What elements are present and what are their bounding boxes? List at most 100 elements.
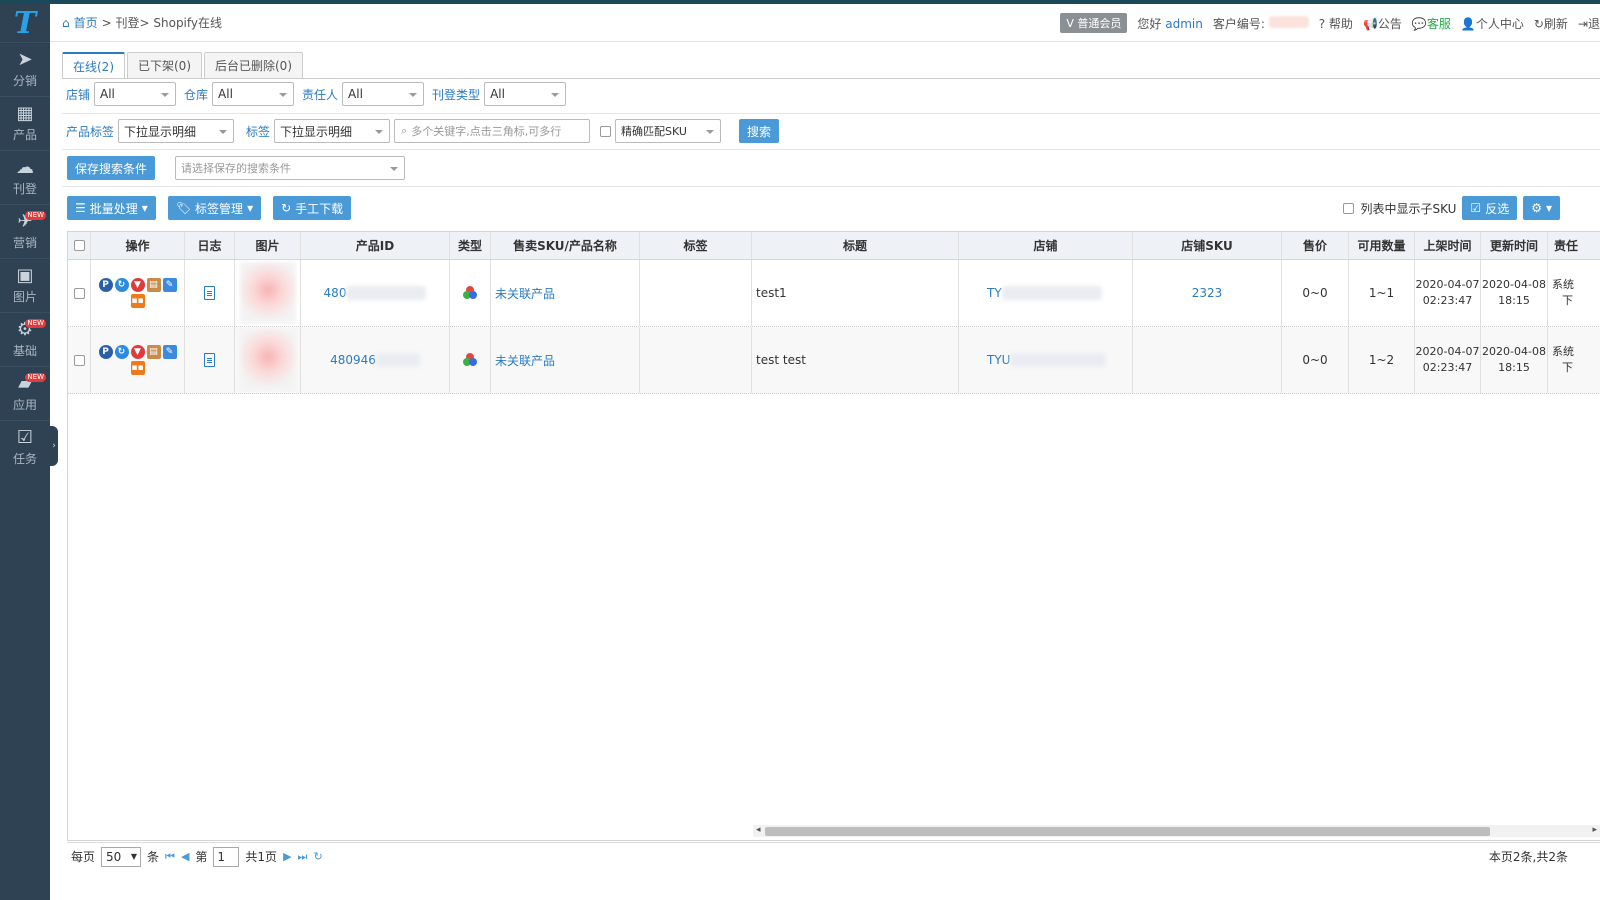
per-page-select[interactable]: 50 — [101, 846, 142, 867]
more-icon[interactable]: ▪▪ — [130, 294, 145, 308]
check-square-icon: ☑ — [1470, 201, 1482, 215]
product-tag-select[interactable]: 下拉显示明细 — [118, 119, 235, 143]
sidebar-item-basics[interactable]: ⚙ 基础 NEW — [0, 312, 50, 366]
reload-icon[interactable]: ↻ — [313, 850, 322, 863]
horizontal-scrollbar[interactable]: ◂ ▸ — [753, 825, 1600, 837]
sku-link[interactable]: 未关联产品 — [495, 352, 555, 369]
tag-manage-button[interactable]: 🏷 标签管理 ▾ — [167, 196, 262, 220]
batch-button[interactable]: ☰ 批量处理 ▾ — [67, 196, 156, 220]
col-header[interactable]: 售价 — [1282, 232, 1349, 259]
publish-icon[interactable]: P — [98, 345, 113, 359]
publish-icon[interactable]: P — [98, 278, 113, 292]
sidebar-item-listing[interactable]: ☁ 刊登 — [0, 150, 50, 204]
saved-search-select[interactable]: 请选择保存的搜索条件 — [175, 156, 406, 180]
product-thumbnail[interactable] — [239, 329, 296, 391]
row-checkbox[interactable] — [73, 287, 85, 299]
sidebar-item-distribution[interactable]: ➤ 分销 — [0, 42, 50, 96]
help-link[interactable]: ? 帮助 — [1319, 15, 1353, 32]
personal-center-link[interactable]: 👤个人中心 — [1461, 15, 1524, 32]
question-icon: ? — [1318, 16, 1326, 31]
scroll-right-icon[interactable]: ▸ — [1592, 825, 1597, 835]
notice-link[interactable]: 📢公告 — [1363, 15, 1402, 32]
product-id-link[interactable]: 480946 — [330, 353, 376, 367]
sidebar-item-apps[interactable]: ▰ 应用 NEW — [0, 366, 50, 420]
username[interactable]: admin — [1165, 17, 1203, 31]
next-page-icon[interactable]: ▶ — [283, 850, 291, 863]
sync-icon[interactable]: ↻ — [114, 278, 129, 292]
service-label: 客服 — [1426, 16, 1451, 31]
updated-time: 18:15 — [1498, 294, 1530, 307]
warehouse-select[interactable]: All — [212, 82, 295, 106]
tab-online[interactable]: 在线(2) — [62, 52, 125, 79]
invert-selection-button[interactable]: ☑ 反选 — [1462, 196, 1518, 220]
col-header[interactable]: 标题 — [752, 232, 959, 259]
edit-icon[interactable]: ✎ — [162, 278, 177, 292]
product-thumbnail[interactable] — [239, 262, 296, 324]
customer-no-value — [1268, 15, 1309, 28]
scroll-left-icon[interactable]: ◂ — [756, 825, 761, 835]
col-header[interactable]: 更新时间 — [1481, 232, 1548, 259]
pagination: 每页 50 条 ⏮ ◀ 第 1 共1页 ▶ ⏭ ↻ 本页2条,共2条 — [67, 842, 1600, 870]
log-icon[interactable] — [204, 353, 215, 367]
table-row: P ↻ ▼ ▤ ✎ ▪▪ 480946 未关联产品 test test TYU … — [68, 327, 1600, 394]
copy-icon[interactable]: ▤ — [146, 278, 161, 292]
col-header[interactable]: 上架时间 — [1415, 232, 1481, 259]
sidebar-toggle[interactable]: › — [50, 426, 58, 466]
tag-select[interactable]: 下拉显示明细 — [274, 119, 391, 143]
manual-download-button[interactable]: ↻ 手工下载 — [273, 196, 352, 220]
shop-link[interactable]: TYU — [987, 353, 1010, 367]
edit-icon[interactable]: ✎ — [162, 345, 177, 359]
sync-icon[interactable]: ↻ — [114, 345, 129, 359]
settings-button[interactable]: ⚙ ▾ — [1523, 196, 1560, 220]
search-button[interactable]: 搜索 — [739, 119, 780, 143]
sidebar-item-marketing[interactable]: ✈ 营销 NEW — [0, 204, 50, 258]
breadcrumb: ⌂ 首页 > 刊登> Shopify在线 — [62, 14, 222, 31]
listing-type-select[interactable]: All — [484, 82, 567, 106]
sidebar-item-products[interactable]: ▦ 产品 — [0, 96, 50, 150]
tag-cell — [640, 327, 752, 393]
sidebar-item-tasks[interactable]: ☑ 任务 — [0, 420, 50, 474]
shop-link[interactable]: TY — [987, 286, 1002, 300]
refresh-link[interactable]: ↻刷新 — [1534, 15, 1568, 32]
owner-select[interactable]: All — [342, 82, 425, 106]
listed-date: 2020-04-07 — [1415, 345, 1480, 358]
copy-icon[interactable]: ▤ — [146, 345, 161, 359]
shop-select[interactable]: All — [94, 82, 177, 106]
keyword-input[interactable]: ⌕ 多个关键字,点击三角标,可多行 — [394, 119, 591, 143]
scrollbar-thumb[interactable] — [765, 827, 1490, 836]
keyword-placeholder: 多个关键字,点击三角标,可多行 — [411, 125, 562, 138]
tabs-divider — [62, 78, 1600, 79]
download-icon[interactable]: ▼ — [130, 345, 145, 359]
sidebar-item-images[interactable]: ▣ 图片 — [0, 258, 50, 312]
page-number-input[interactable]: 1 — [213, 846, 240, 867]
shop-sku-link[interactable]: 2323 — [1192, 286, 1223, 300]
col-header[interactable]: 店铺SKU — [1133, 232, 1282, 259]
col-header[interactable]: 可用数量 — [1349, 232, 1415, 259]
download-icon[interactable]: ▼ — [130, 278, 145, 292]
match-mode-select[interactable]: 精确匹配SKU — [615, 119, 722, 143]
select-all-checkbox[interactable] — [73, 240, 85, 251]
log-icon[interactable] — [204, 286, 215, 300]
product-id-link[interactable]: 480 — [324, 286, 347, 300]
col-header[interactable]: 店铺 — [959, 232, 1133, 259]
show-child-sku-checkbox[interactable] — [1343, 202, 1355, 214]
exact-match-checkbox[interactable] — [600, 125, 612, 137]
col-header[interactable]: 售卖SKU/产品名称 — [491, 232, 640, 259]
sku-link[interactable]: 未关联产品 — [495, 285, 555, 302]
save-search-button[interactable]: 保存搜索条件 — [67, 156, 156, 180]
image-cell — [235, 260, 301, 326]
breadcrumb-home[interactable]: 首页 — [74, 14, 98, 31]
logout-icon: ⇥ — [1577, 16, 1588, 31]
row-checkbox[interactable] — [73, 354, 85, 366]
last-page-icon[interactable]: ⏭ — [298, 850, 308, 864]
prev-page-icon[interactable]: ◀ — [181, 850, 189, 863]
tab-delisted[interactable]: 已下架(0) — [127, 52, 202, 78]
col-header[interactable]: 产品ID — [301, 232, 450, 259]
listed-time: 02:23:47 — [1422, 294, 1473, 307]
service-link[interactable]: 💬客服 — [1412, 15, 1451, 32]
first-page-icon[interactable]: ⏮ — [165, 850, 175, 864]
more-icon[interactable]: ▪▪ — [130, 361, 145, 375]
logout-link[interactable]: ⇥退 — [1578, 15, 1600, 32]
tab-deleted[interactable]: 后台已删除(0) — [204, 52, 303, 78]
select-all-cell — [68, 232, 91, 259]
